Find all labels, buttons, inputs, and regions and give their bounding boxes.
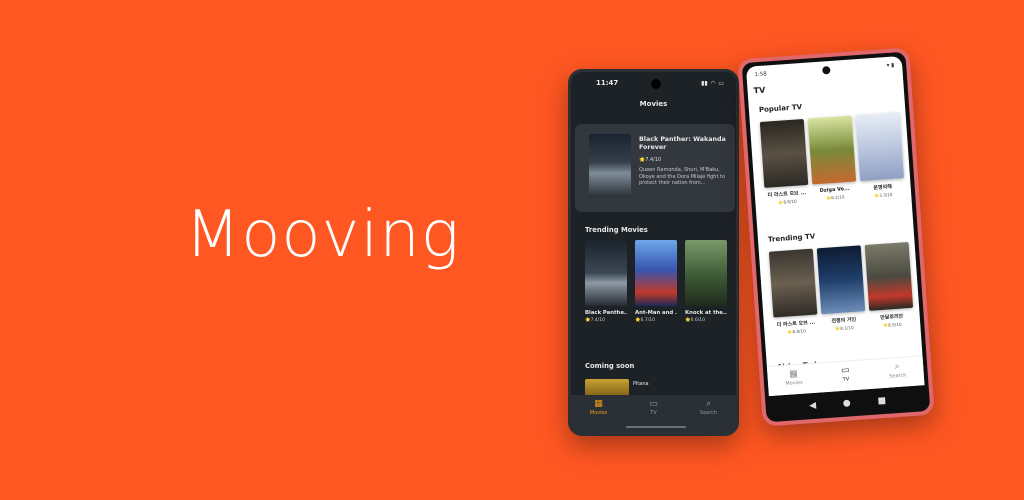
section-title-trending: Trending Movies xyxy=(585,226,648,234)
tab-label: TV xyxy=(650,410,657,416)
tv-poster xyxy=(855,112,905,182)
signal-icon: ▮▮ xyxy=(701,79,708,87)
android-phone-mockup: 1:58 ▾ ▮ TV Popular TV 더 라스트 오브 ... ⭐8.8… xyxy=(737,47,935,427)
tv-rating: ⭐8.8/10 xyxy=(777,198,797,205)
home-icon[interactable]: ● xyxy=(843,398,852,409)
app-title: Mooving xyxy=(185,198,461,272)
phone-screen: 1:58 ▾ ▮ TV Popular TV 더 라스트 오브 ... ⭐8.8… xyxy=(745,55,925,397)
tab-movies[interactable]: ▦ Movies xyxy=(773,368,815,396)
featured-movie-card[interactable]: Black Panther: Wakanda Forever ⭐7.4/10 Q… xyxy=(575,124,735,212)
movie-poster xyxy=(685,240,727,306)
movie-card[interactable]: Knock at the... ⭐6.6/10 xyxy=(685,240,727,323)
search-icon: ⌕ xyxy=(705,399,712,409)
tv-poster xyxy=(864,241,914,311)
film-icon: ▦ xyxy=(594,399,603,409)
movie-rating: ⭐7.4/10 xyxy=(585,318,606,323)
tv-card[interactable]: 운명의해 ⭐3.3/10 xyxy=(855,112,906,200)
tab-search[interactable]: ⌕ Search xyxy=(877,361,919,389)
tv-card[interactable]: 만달로리안 ⭐8.5/10 xyxy=(864,241,915,330)
tv-card[interactable]: 더 라스트 오브 ... ⭐8.8/10 xyxy=(768,248,819,337)
back-icon[interactable]: ◀ xyxy=(809,401,817,411)
movie-card[interactable]: Black Panthe... ⭐7.4/10 xyxy=(585,240,627,323)
tab-tv[interactable]: ▭ TV xyxy=(825,364,867,392)
tv-card[interactable]: 전쟁의 거인 ⭐8.1/10 xyxy=(816,245,867,333)
section-title-trending-tv: Trending TV xyxy=(767,232,816,244)
tv-card[interactable]: Dziga Ve... ⭐6.2/10 xyxy=(807,115,858,203)
tab-label: TV xyxy=(842,376,850,383)
tv-rating: ⭐8.5/10 xyxy=(882,321,902,328)
battery-icon: ▾ ▮ xyxy=(886,62,895,70)
film-icon: ▦ xyxy=(788,369,799,380)
tab-label: Search xyxy=(699,410,718,416)
movie-poster xyxy=(635,240,677,306)
section-title-coming-soon: Coming soon xyxy=(585,362,635,370)
movie-card[interactable]: Ant-Man and ... ⭐6.7/10 xyxy=(635,240,677,323)
tv-rating: ⭐8.8/10 xyxy=(787,328,806,335)
tv-card[interactable]: 더 라스트 오브 ... ⭐8.8/10 xyxy=(759,118,810,207)
tv-poster xyxy=(816,245,866,315)
tab-label: Search xyxy=(889,372,907,380)
featured-rating: ⭐7.4/10 xyxy=(639,157,662,163)
status-time: 11:47 xyxy=(596,79,619,87)
movie-title: Ant-Man and ... xyxy=(635,310,677,316)
movie-poster xyxy=(585,240,627,306)
tab-label: Movies xyxy=(785,379,803,387)
search-icon: ⌕ xyxy=(894,361,901,373)
tab-search[interactable]: ⌕ Search xyxy=(689,399,729,433)
wifi-icon: ◠ xyxy=(710,79,716,87)
tv-rating: ⭐8.1/10 xyxy=(834,324,854,332)
featured-description: Queen Ramonda, Shuri, M'Baku, Okoye and … xyxy=(639,167,726,187)
featured-poster xyxy=(589,134,631,197)
dark-phone-mockup: 11:47 ▮▮ ◠ ▭ Movies Black Panther: Wakan… xyxy=(568,69,739,436)
tv-poster xyxy=(759,118,809,188)
recents-icon[interactable]: ■ xyxy=(877,396,886,407)
movie-title: Black Panthe... xyxy=(585,310,627,316)
tv-icon: ▭ xyxy=(649,399,658,409)
movie-rating: ⭐6.6/10 xyxy=(685,318,706,323)
movie-rating: ⭐6.7/10 xyxy=(635,318,656,323)
movie-title: Knock at the... xyxy=(685,310,727,316)
status-time: 1:58 xyxy=(754,71,768,79)
tv-icon: ▭ xyxy=(840,365,850,376)
home-indicator[interactable] xyxy=(626,426,686,428)
tab-movies[interactable]: ▦ Movies xyxy=(579,399,619,433)
tv-poster xyxy=(807,115,857,185)
tab-label: Movies xyxy=(589,410,608,416)
coming-soon-title: Pitana xyxy=(633,381,649,387)
featured-title: Black Panther: Wakanda Forever xyxy=(639,136,726,151)
page-title: Movies xyxy=(639,100,668,108)
battery-icon: ▭ xyxy=(718,79,724,87)
tv-rating: ⭐3.3/10 xyxy=(873,191,893,199)
section-title-popular-tv: Popular TV xyxy=(758,103,803,115)
tv-poster xyxy=(768,248,818,318)
camera-icon xyxy=(651,79,661,89)
tv-rating: ⭐6.2/10 xyxy=(825,194,845,201)
